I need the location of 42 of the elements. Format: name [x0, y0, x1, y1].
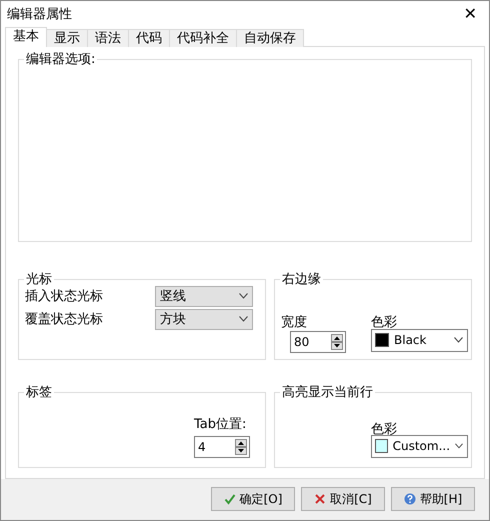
color-dropdown[interactable]: Black — [371, 328, 468, 352]
group-label: 标签 — [24, 384, 54, 400]
field-label: 覆盖状态光标 — [25, 311, 103, 328]
field-value: 4 — [198, 440, 206, 454]
number-field[interactable]: 80 — [290, 330, 346, 353]
cross-icon — [314, 493, 326, 506]
field-label: 宽度 — [281, 314, 307, 331]
tab[interactable]: 语法 — [87, 28, 129, 47]
dropdown-value: Black — [394, 333, 428, 348]
group-label: 光标 — [24, 272, 54, 287]
field-label: Tab位置: — [194, 416, 246, 433]
caret-icon — [454, 337, 463, 344]
dialog-button[interactable]: 帮助[H] — [391, 487, 475, 512]
group-label: 编辑器选项: — [24, 52, 98, 67]
group-label: 高亮显示当前行 — [280, 384, 375, 400]
dialog-button[interactable]: 取消[C] — [301, 487, 385, 512]
tab[interactable]: 代码 — [128, 28, 170, 47]
tab[interactable]: 基本 — [5, 26, 47, 47]
window-title: 编辑器属性 — [7, 6, 72, 23]
dropdown[interactable]: 方块 — [155, 308, 253, 330]
color-dropdown[interactable]: Custom... — [371, 434, 468, 458]
spin-arrows-icon — [331, 334, 343, 350]
tab[interactable]: 显示 — [46, 28, 88, 47]
question-icon — [404, 493, 416, 506]
field-label: 插入状态光标 — [25, 288, 103, 306]
dropdown-value: 方块 — [160, 311, 186, 328]
caret-icon — [455, 443, 463, 450]
dropdown[interactable]: 竖线 — [155, 286, 253, 307]
field-label: 色彩 — [371, 314, 397, 331]
tab[interactable]: 自动保存 — [236, 28, 304, 47]
close-button[interactable]: ✕ — [460, 4, 481, 24]
dialog-button[interactable]: 确定[O] — [211, 487, 295, 512]
number-field[interactable]: 4 — [194, 436, 250, 458]
group-label: 右边缘 — [280, 272, 323, 287]
dropdown-value: Custom... — [392, 439, 450, 454]
dropdown-value: 竖线 — [160, 288, 186, 306]
spin-arrows-icon — [235, 438, 247, 455]
check-icon — [224, 493, 236, 506]
tab[interactable]: 代码补全 — [169, 28, 237, 47]
caret-icon — [239, 293, 248, 300]
field-value: 80 — [294, 334, 310, 349]
caret-icon — [239, 316, 248, 322]
